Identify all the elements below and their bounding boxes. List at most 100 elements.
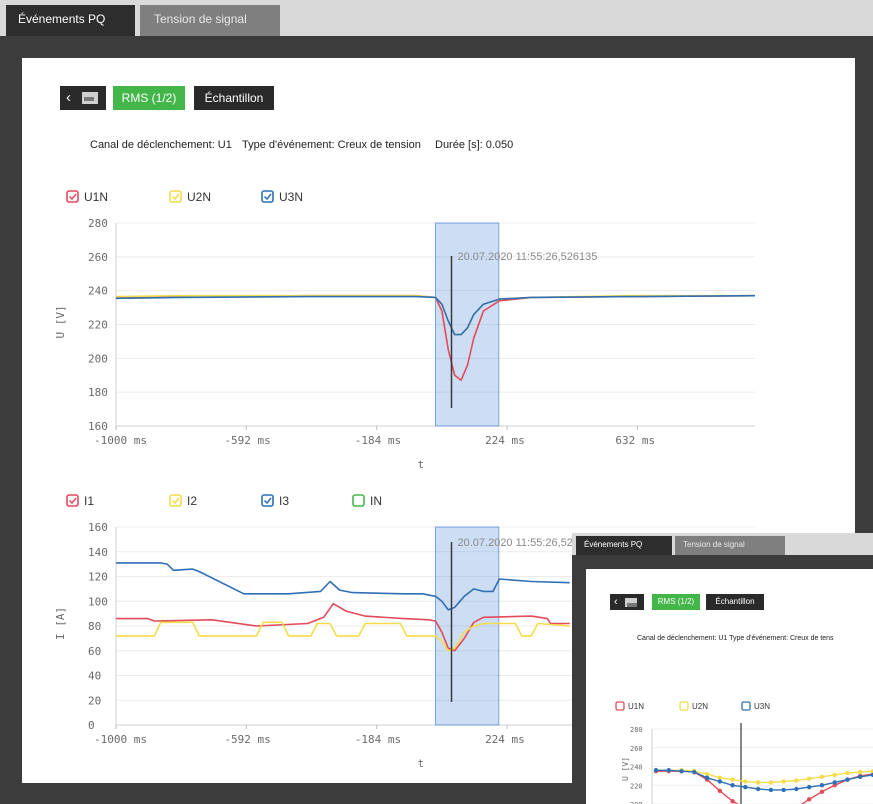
inset-data-point: [679, 768, 684, 774]
x-tick-label: -184 ms: [355, 434, 401, 447]
inset-data-point: [730, 777, 735, 782]
y-tick-label: 160: [88, 521, 108, 534]
inset-data-point: [794, 786, 799, 792]
inset-y-tick-label: 220: [630, 782, 643, 790]
inset-legend-label: U2N: [692, 702, 708, 711]
inset-data-point: [755, 786, 761, 792]
legend-label: I3: [279, 494, 289, 508]
y-tick-label: 220: [88, 319, 108, 332]
x-axis-label: t: [418, 757, 425, 770]
inset-data-point: [653, 768, 659, 773]
y-tick-label: 260: [88, 251, 108, 264]
y-tick-label: 240: [88, 285, 108, 298]
inset-data-point: [819, 774, 825, 780]
legend-checkbox: [352, 494, 365, 507]
inset-data-point: [858, 769, 863, 775]
y-tick-label: 100: [88, 595, 108, 608]
trigger-timestamp-label: 20.07.2020 11:55:26,526135: [458, 251, 598, 263]
inset-data-point: [781, 787, 786, 793]
legend-checkbox: [66, 190, 79, 203]
x-tick-label: -592 ms: [224, 434, 270, 447]
x-tick-label: -592 ms: [224, 733, 270, 746]
y-tick-label: 40: [88, 670, 101, 683]
inset-voltage-chart[interactable]: 200220240260280U [V]U1NU2NU3N: [615, 701, 873, 804]
y-axis-label: U [V]: [54, 305, 67, 338]
legend-checkbox: [169, 190, 182, 203]
x-tick-label: 224 ms: [485, 733, 525, 746]
inset-data-point: [666, 768, 671, 773]
inset-y-tick-label: 280: [630, 726, 643, 734]
y-tick-label: 140: [88, 546, 108, 559]
inset-data-point: [743, 784, 748, 790]
inset-data-point: [704, 771, 710, 777]
inset-data-point: [819, 783, 825, 788]
x-axis-label: t: [418, 458, 425, 471]
inset-legend-checkbox: [741, 701, 751, 711]
inset-data-point: [755, 780, 761, 785]
inset-legend-label: U3N: [754, 702, 770, 711]
inset-data-point: [845, 777, 850, 782]
x-tick-label: -1000 ms: [94, 434, 147, 447]
inset-y-tick-label: 260: [630, 745, 643, 753]
y-tick-label: 120: [88, 571, 108, 584]
series-line-i2: [116, 621, 570, 652]
inset-data-point: [717, 775, 723, 780]
inset-data-point: [794, 778, 799, 783]
y-tick-label: 160: [88, 420, 108, 433]
legend-label: U1N: [84, 190, 108, 204]
y-axis-label: I [A]: [54, 607, 67, 640]
trigger-timestamp-label: 20.07.2020 11:55:26,526: [458, 537, 580, 549]
x-tick-label: -184 ms: [355, 733, 401, 746]
inset-data-point: [806, 776, 812, 781]
inset-data-point: [858, 774, 863, 780]
inset-data-point: [819, 789, 825, 795]
event-highlight-region: [435, 526, 500, 726]
y-tick-label: 20: [88, 694, 101, 707]
legend-label: I1: [84, 494, 94, 508]
inset-data-point: [768, 780, 774, 785]
inset-data-point: [717, 788, 723, 794]
legend-checkbox: [261, 494, 274, 507]
inset-data-point: [704, 775, 710, 780]
inset-y-tick-label: 240: [630, 764, 643, 772]
legend-label: I2: [187, 494, 197, 508]
inset-data-point: [768, 787, 774, 793]
inset-data-point: [806, 797, 812, 802]
inset-legend-checkbox: [679, 701, 689, 711]
inset-data-point: [832, 772, 837, 778]
inset-series-line-u3n: [656, 769, 873, 791]
legend-checkbox: [66, 494, 79, 507]
inset-data-point: [692, 769, 697, 775]
inset-data-point: [743, 779, 748, 784]
y-tick-label: 60: [88, 645, 101, 658]
inset-legend-label: U1N: [628, 702, 644, 711]
inset-data-point: [781, 779, 786, 784]
inset-data-point: [730, 798, 735, 804]
inset-legend-checkbox: [615, 701, 625, 711]
legend-checkbox: [169, 494, 182, 507]
x-tick-label: 224 ms: [485, 434, 525, 447]
inset-y-axis-label: U [V]: [621, 757, 630, 781]
legend-checkbox: [261, 190, 274, 203]
voltage-chart[interactable]: 160 180 200 220 240 260 280 -1000 ms -592 ms -184…: [54, 190, 756, 471]
series-line-i1: [116, 602, 570, 652]
y-tick-label: 0: [88, 719, 95, 732]
legend-label: U3N: [279, 190, 303, 204]
inset-data-point: [845, 770, 850, 776]
inset-data-point: [730, 783, 735, 788]
y-tick-label: 180: [88, 386, 108, 399]
inset-data-point: [806, 784, 812, 790]
inset-screenshot: Événements PQ Tension de signal ‹ RMS (1…: [572, 533, 873, 804]
y-tick-label: 280: [88, 217, 108, 230]
x-tick-label: -1000 ms: [94, 733, 147, 746]
inset-chart-canvas: 200220240260280U [V]U1NU2NU3N: [615, 701, 873, 804]
series-line-i3: [116, 562, 570, 611]
legend-label: IN: [370, 494, 382, 508]
inset-data-point: [832, 780, 837, 785]
y-tick-label: 80: [88, 620, 101, 633]
inset-series-line-u1n: [656, 770, 873, 804]
legend-label: U2N: [187, 190, 211, 204]
inset-data-point: [717, 779, 723, 784]
y-tick-label: 200: [88, 352, 108, 365]
x-tick-label: 632 ms: [615, 434, 655, 447]
